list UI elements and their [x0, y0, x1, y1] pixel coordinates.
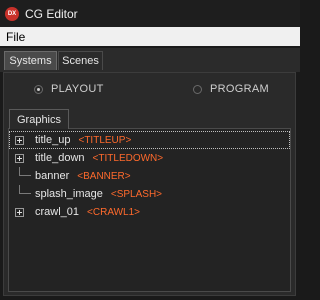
- radio-playout-label: PLAYOUT: [51, 83, 104, 95]
- tree-item-tag: <CRAWL1>: [87, 206, 141, 218]
- tree-item-label: title_down: [35, 152, 85, 164]
- tree-item-title-down[interactable]: title_down <TITLEDOWN>: [9, 149, 290, 167]
- tree-item-title-up[interactable]: title_up <TITLEUP>: [9, 131, 290, 149]
- tree-item-label: splash_image: [35, 188, 103, 200]
- systems-panel: PLAYOUT PROGRAM Graphics title_up <TITLE…: [3, 72, 296, 296]
- tree-item-label: banner: [35, 170, 70, 182]
- graphics-tree: title_up <TITLEUP> title_down <TITLEDOWN…: [8, 128, 291, 292]
- tree-item-crawl-01[interactable]: crawl_01 <CRAWL1>: [9, 203, 290, 221]
- tab-graphics[interactable]: Graphics: [9, 109, 69, 129]
- window-title: CG Editor: [25, 6, 78, 21]
- tree-item-tag: <SPLASH>: [110, 188, 163, 200]
- tab-systems[interactable]: Systems: [4, 51, 57, 70]
- radio-program-label: PROGRAM: [210, 83, 269, 95]
- radio-selected-icon: [34, 84, 43, 94]
- tree-item-splash-image[interactable]: splash_image <SPLASH>: [9, 185, 290, 203]
- main-tabs: Systems Scenes: [0, 48, 300, 72]
- radio-program[interactable]: PROGRAM: [193, 83, 269, 95]
- output-mode-group: PLAYOUT PROGRAM: [4, 83, 295, 101]
- tree-item-tag: <BANNER>: [77, 170, 131, 182]
- radio-playout[interactable]: PLAYOUT: [34, 83, 104, 95]
- radio-unselected-icon: [193, 84, 202, 94]
- tree-item-tag: <TITLEUP>: [78, 134, 132, 146]
- expand-plus-icon[interactable]: [15, 135, 24, 145]
- menu-file[interactable]: File: [0, 30, 31, 44]
- tree-item-label: crawl_01: [35, 206, 80, 218]
- tree-item-tag: <TITLEDOWN>: [92, 152, 164, 164]
- tree-connector: [19, 185, 31, 194]
- title-bar: DX CG Editor: [0, 0, 300, 27]
- app-logo-icon: DX: [5, 6, 19, 21]
- expand-plus-icon[interactable]: [15, 207, 24, 217]
- tree-item-banner[interactable]: banner <BANNER>: [9, 167, 290, 185]
- tab-scenes[interactable]: Scenes: [58, 51, 103, 70]
- tree-connector: [19, 167, 31, 176]
- expand-plus-icon[interactable]: [15, 153, 24, 163]
- menu-bar: File: [0, 27, 300, 46]
- tree-item-label: title_up: [35, 134, 71, 146]
